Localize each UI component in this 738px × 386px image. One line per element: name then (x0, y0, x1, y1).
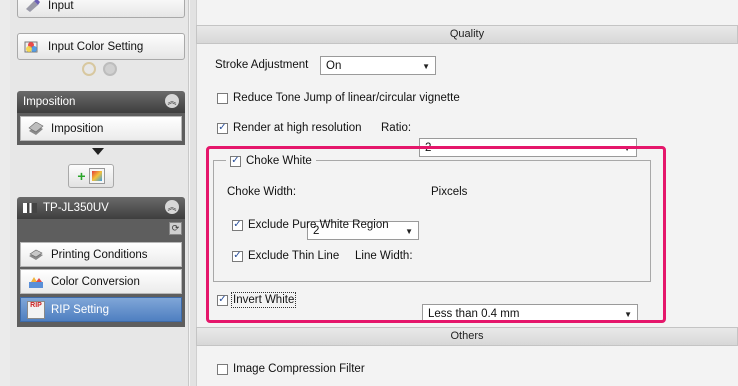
printer-icon (23, 203, 37, 213)
input-color-setting-button[interactable]: Input Color Setting (17, 33, 185, 60)
reduce-tone-jump-checkbox[interactable] (217, 92, 228, 104)
imposition-icon (27, 120, 45, 138)
imposition-item-label: Imposition (51, 122, 104, 135)
plus-icon: + (77, 168, 86, 184)
image-compression-label: Image Compression Filter (233, 363, 365, 375)
reduce-tone-jump-label: Reduce Tone Jump of linear/circular vign… (233, 92, 460, 104)
sidebar-item-label: Color Conversion (51, 275, 140, 288)
add-process-button[interactable]: + (68, 164, 114, 188)
printing-conditions-icon (27, 246, 45, 264)
refresh-icon[interactable]: ⟳ (169, 222, 182, 235)
stroke-adjustment-value: On (326, 59, 342, 72)
pdf-icon (88, 168, 105, 184)
rip-setting-icon: RIP (27, 300, 45, 319)
others-section-header: Others (196, 327, 738, 346)
stroke-adjustment-label: Stroke Adjustment (215, 59, 309, 71)
input-button[interactable]: Input (17, 0, 185, 18)
chevron-down-icon: ▼ (422, 62, 430, 71)
collapse-icon[interactable]: ︽ (165, 200, 179, 214)
stroke-adjustment-row: Stroke Adjustment (215, 55, 308, 75)
collapse-icon[interactable]: ︽ (165, 94, 179, 108)
sidebar-item-printing-conditions[interactable]: Printing Conditions (20, 242, 182, 267)
sidebar-item-color-conversion[interactable]: Color Conversion (20, 269, 182, 294)
render-high-res-row[interactable]: ✓ Render at high resolution (217, 118, 362, 138)
sync-icon[interactable] (82, 62, 96, 76)
quality-section-header: Quality (196, 25, 738, 44)
render-high-res-checkbox[interactable]: ✓ (217, 122, 228, 134)
input-color-setting-label: Input Color Setting (48, 40, 144, 53)
printer-header-label: TP-JL350UV (43, 202, 109, 214)
input-icon (24, 0, 42, 15)
others-header-label: Others (450, 330, 484, 342)
imposition-header-label: Imposition (23, 96, 76, 108)
input-label: Input (48, 0, 74, 12)
sidebar-item-rip-setting[interactable]: RIP RIP Setting (20, 297, 182, 322)
imposition-item[interactable]: Imposition (20, 116, 182, 141)
ratio-label-row: Ratio: (381, 118, 411, 138)
ratio-label: Ratio: (381, 122, 412, 134)
image-compression-checkbox[interactable] (217, 363, 228, 375)
stroke-adjustment-select[interactable]: On ▼ (320, 56, 436, 75)
sidebar-item-label: RIP Setting (51, 303, 109, 316)
color-conversion-icon (27, 273, 45, 291)
highlight-annotation-box (206, 146, 666, 323)
imposition-group-header[interactable]: Imposition ︽ (17, 91, 185, 113)
image-compression-row[interactable]: Image Compression Filter (217, 359, 365, 379)
reduce-tone-jump-row[interactable]: Reduce Tone Jump of linear/circular vign… (217, 88, 460, 108)
stop-icon[interactable] (103, 62, 117, 76)
color-setting-icon (24, 38, 42, 56)
render-high-res-label: Render at high resolution (233, 122, 362, 134)
sidebar-item-label: Printing Conditions (51, 248, 148, 261)
quality-header-label: Quality (449, 28, 485, 40)
flow-arrow-icon (92, 148, 104, 155)
printer-group-header[interactable]: TP-JL350UV ︽ (17, 197, 185, 219)
